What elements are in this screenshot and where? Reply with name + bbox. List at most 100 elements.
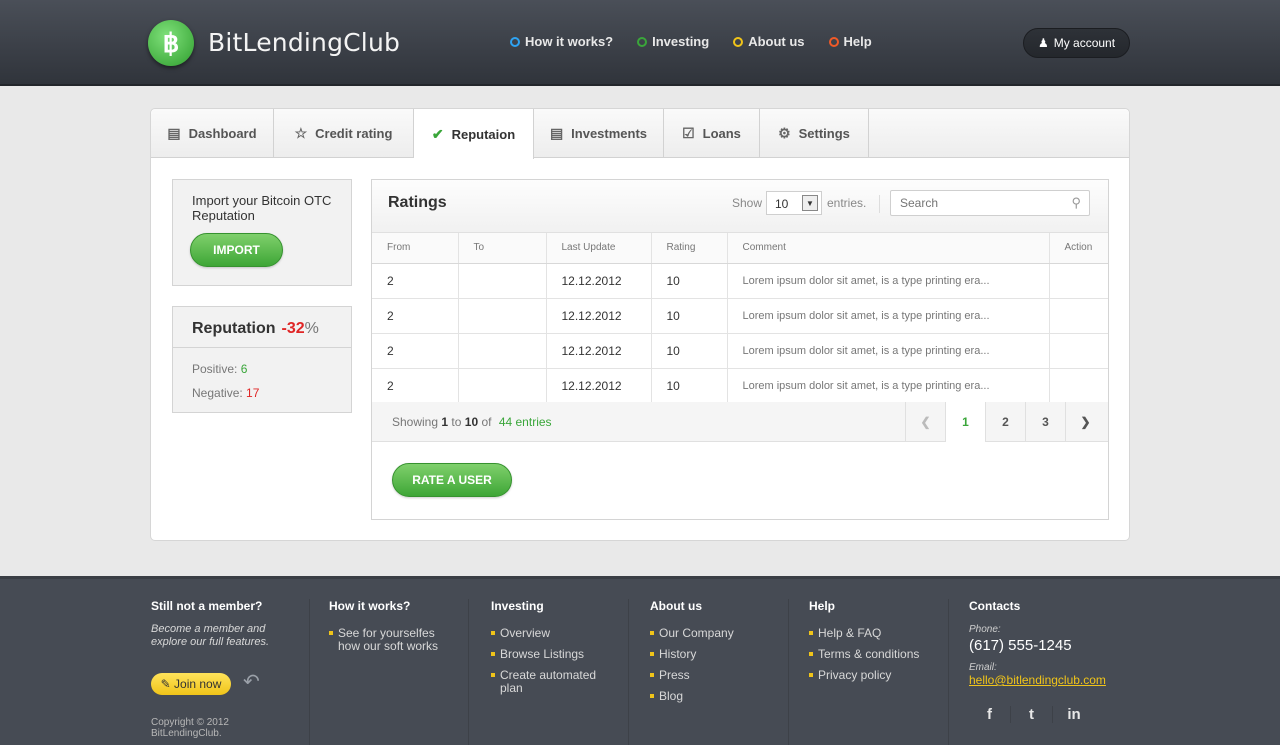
cell-last-update: 12.12.2012 <box>546 298 652 334</box>
nav-how-it-works[interactable]: How it works? <box>510 34 613 49</box>
column-header-from[interactable]: From <box>372 233 459 264</box>
footer-link[interactable]: Create automated plan <box>491 669 616 695</box>
pagination: ❮ 1 2 3 ❯ <box>905 402 1105 442</box>
nav-dot-icon <box>733 36 744 47</box>
cell-from: 2 <box>372 263 459 299</box>
footer-about-title: About us <box>650 599 702 613</box>
linkedin-icon[interactable]: in <box>1053 706 1095 723</box>
nav-about-us[interactable]: About us <box>733 34 805 49</box>
facebook-icon[interactable]: f <box>969 706 1011 723</box>
table-row: 2 12.12.2012 10 Lorem ipsum dolor sit am… <box>372 263 1108 299</box>
entries-value: 10 <box>775 197 789 211</box>
tab-label: Dashboard <box>188 126 257 141</box>
nav-dot-icon <box>637 36 648 47</box>
divider <box>788 599 789 745</box>
tab-investments[interactable]: ▤ Investments <box>534 109 664 158</box>
cell-last-update: 12.12.2012 <box>546 263 652 299</box>
footer-link[interactable]: Our Company <box>650 627 780 640</box>
footer-link[interactable]: See for yourselfes how our soft works <box>329 627 454 653</box>
tab-loans[interactable]: ☑ Loans <box>664 109 760 158</box>
page-1[interactable]: 1 <box>945 402 985 442</box>
footer-help-title: Help <box>809 599 836 613</box>
negative-count: Negative: 17 <box>192 386 259 400</box>
twitter-icon[interactable]: t <box>1011 706 1053 723</box>
next-page-icon[interactable]: ❯ <box>1065 402 1105 442</box>
email-link[interactable]: hello@bitlendingclub.com <box>969 673 1139 687</box>
table-header-row: From To Last Update Rating Comment Actio… <box>372 233 1108 264</box>
tab-reputation[interactable]: ✔ Reputaion <box>414 109 534 159</box>
table-row: 2 12.12.2012 10 Lorem ipsum dolor sit am… <box>372 298 1108 334</box>
search-input[interactable] <box>900 191 1070 215</box>
divider <box>173 347 351 348</box>
nav-label: How it works? <box>525 34 614 49</box>
cell-to <box>458 263 547 299</box>
entries-select[interactable]: 10 ▼ <box>766 191 822 215</box>
footer-link[interactable]: Terms & conditions <box>809 648 939 661</box>
cell-action[interactable] <box>1049 333 1108 369</box>
nav-dot-icon <box>510 36 520 47</box>
cell-rating: 10 <box>651 263 728 299</box>
tab-label: Reputaion <box>451 126 516 142</box>
footer-about-column: About us Our Company History Press Blog <box>650 599 780 711</box>
negative-label: Negative: <box>192 386 243 400</box>
showing-prefix: Showing <box>392 415 439 429</box>
column-header-to[interactable]: To <box>458 233 547 264</box>
ratings-title: Ratings <box>388 194 447 211</box>
pencil-icon: ✎ <box>160 677 171 691</box>
brand-name[interactable]: BitLendingClub <box>208 28 400 57</box>
divider <box>309 599 310 745</box>
cell-last-update: 12.12.2012 <box>546 333 652 369</box>
reputation-title: Reputation -32% <box>192 320 319 338</box>
footer-member-tagline: Become a member and explore our full fea… <box>151 623 270 648</box>
footer-contacts-column: Contacts Phone: (617) 555-1245 Email: he… <box>969 599 1139 744</box>
footer-how-title: How it works? <box>329 599 411 613</box>
join-now-button[interactable]: ✎ Join now <box>151 673 231 695</box>
page-3[interactable]: 3 <box>1025 402 1065 442</box>
my-account-label: My account <box>1053 36 1116 50</box>
nav-help[interactable]: Help <box>828 34 872 49</box>
footer-link[interactable]: Blog <box>650 690 780 703</box>
footer-link[interactable]: Overview <box>491 627 616 640</box>
cell-from: 2 <box>372 368 459 404</box>
page-2[interactable]: 2 <box>985 402 1025 442</box>
import-button[interactable]: IMPORT <box>190 233 283 267</box>
footer-member-column: Still not a member? Become a member and … <box>151 599 301 744</box>
join-now-label: Join now <box>174 677 222 691</box>
tab-credit-rating[interactable]: ☆ Credit rating <box>274 109 414 158</box>
cell-last-update: 12.12.2012 <box>546 368 652 404</box>
column-header-comment[interactable]: Comment <box>727 233 1050 264</box>
cell-action[interactable] <box>1049 368 1108 404</box>
search-icon[interactable]: ⚲ <box>1071 195 1081 211</box>
tab-dashboard[interactable]: ▤ Dashboard <box>151 109 274 158</box>
footer-link[interactable]: Press <box>650 669 780 682</box>
cell-to <box>458 298 547 334</box>
column-header-action[interactable]: Action <box>1049 233 1108 264</box>
chevron-down-icon[interactable]: ▼ <box>802 195 818 211</box>
rate-user-button[interactable]: RATE A USER <box>392 463 512 497</box>
column-header-rating[interactable]: Rating <box>651 233 728 264</box>
prev-page-icon[interactable]: ❮ <box>905 402 945 442</box>
logo-icon[interactable]: ฿ <box>148 20 194 66</box>
tab-label: Settings <box>798 126 850 141</box>
footer-link[interactable]: History <box>650 648 780 661</box>
divider <box>879 195 880 213</box>
footer-link[interactable]: Privacy policy <box>809 669 939 682</box>
nav-investing[interactable]: Investing <box>637 34 709 49</box>
tab-settings[interactable]: ⚙ Settings <box>760 109 869 158</box>
cell-action[interactable] <box>1049 263 1108 299</box>
footer-contacts-title: Contacts <box>969 599 1021 613</box>
checkmark-icon: ✔ <box>431 125 444 142</box>
document-icon: ▤ <box>549 125 564 141</box>
footer-link[interactable]: Browse Listings <box>491 648 616 661</box>
cell-to <box>458 333 547 369</box>
cell-action[interactable] <box>1049 298 1108 334</box>
dashboard-icon: ▤ <box>167 125 181 141</box>
showing-from: 1 <box>441 415 449 429</box>
entries-label: entries. <box>827 196 867 210</box>
search-box: ⚲ <box>890 190 1090 216</box>
column-header-last-update[interactable]: Last Update <box>546 233 652 264</box>
my-account-button[interactable]: ♟ My account <box>1023 28 1130 58</box>
checklist-icon: ☑ <box>682 125 695 141</box>
footer-how-column: How it works? See for yourselfes how our… <box>329 599 454 661</box>
footer-link[interactable]: Help & FAQ <box>809 627 939 640</box>
